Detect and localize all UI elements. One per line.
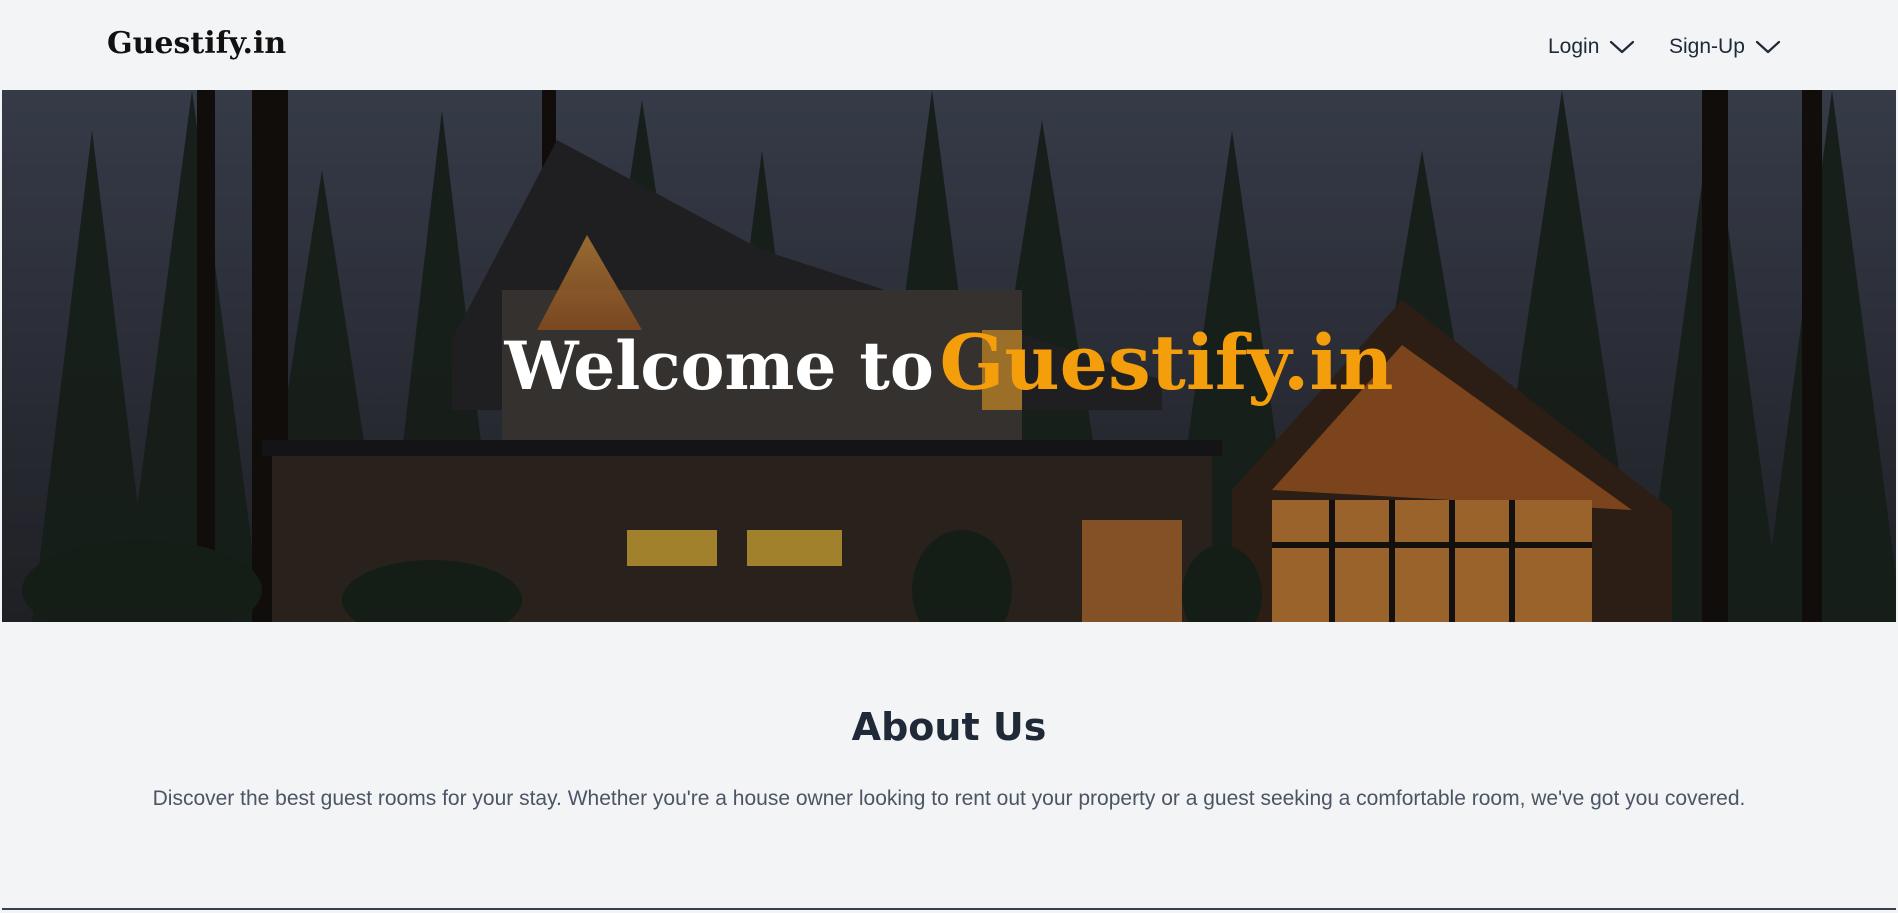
hero-title-lead: Welcome to bbox=[504, 327, 934, 405]
hero-banner: Welcome to Guestify.in bbox=[2, 90, 1896, 622]
hero-title-brand: Guestify.in bbox=[939, 318, 1394, 407]
top-navbar: Guestify.in Login Sign-Up bbox=[2, 2, 1896, 90]
hero-title: Welcome to Guestify.in bbox=[2, 318, 1896, 429]
login-dropdown[interactable]: Login bbox=[1548, 30, 1635, 64]
divider bbox=[2, 908, 1896, 910]
chevron-down-icon bbox=[1755, 40, 1780, 54]
about-heading: About Us bbox=[851, 705, 1047, 749]
signup-dropdown[interactable]: Sign-Up bbox=[1669, 30, 1781, 64]
signup-label: Sign-Up bbox=[1669, 35, 1745, 58]
brand-logo[interactable]: Guestify.in bbox=[107, 24, 286, 64]
page: Guestify.in Login Sign-Up Welcome to Gue… bbox=[2, 2, 1896, 910]
login-label: Login bbox=[1548, 35, 1600, 58]
chevron-down-icon bbox=[1610, 40, 1635, 54]
about-description: Discover the best guest rooms for your s… bbox=[152, 787, 1746, 810]
